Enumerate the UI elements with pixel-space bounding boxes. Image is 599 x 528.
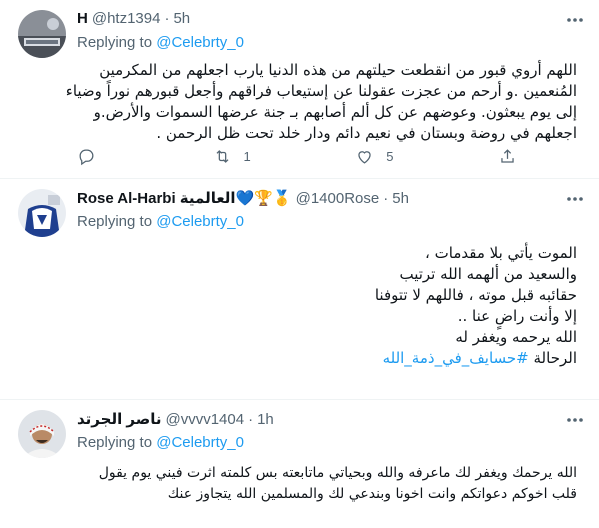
tweet[interactable]: Rose Al-Harbi العالمية💙🏆🥇 @1400Rose · 5h… — [0, 179, 599, 400]
avatar[interactable] — [18, 189, 66, 237]
display-name[interactable]: H — [77, 10, 88, 27]
timestamp[interactable]: 5h — [173, 10, 190, 27]
tweet-header: Rose Al-Harbi العالمية💙🏆🥇 @1400Rose · 5h — [77, 189, 409, 208]
tweet-text-line: والسعيد من ألهمه الله ترتيب — [399, 265, 577, 283]
replying-to: Replying to @Celebrty_0 — [77, 34, 244, 51]
tweet-text: اللهم أروي قبور من انقطعت حيلتهم من هذه … — [65, 60, 577, 144]
like-count: 5 — [386, 149, 394, 164]
separator-dot: · — [383, 189, 389, 207]
tweet-text-line: الرحالة #حسايف_في_ذمة_الله — [77, 348, 577, 369]
timestamp[interactable]: 1h — [257, 411, 274, 428]
heart-icon — [358, 151, 371, 164]
tweet-text-word: الرحالة — [533, 349, 577, 367]
tweet[interactable]: ناصر الجرتد @vvvv1404 · 1h Replying to @… — [0, 400, 599, 528]
replying-to: Replying to @Celebrty_0 — [77, 434, 244, 451]
tweet-text-line: حقائبه قبل موته ، فاللهم لا تتوفنا — [374, 286, 577, 304]
display-name[interactable]: ناصر الجرتد — [77, 410, 161, 428]
reply-button[interactable] — [77, 147, 108, 166]
tweet-text: الموت يأتي بلا مقدمات ، والسعيد من ألهمه… — [77, 243, 577, 369]
mention-link[interactable]: @Celebrty_0 — [156, 213, 244, 230]
tweet-text: الله يرحمك ويغفر لك ماعرفه والله وبحياتي… — [77, 463, 577, 505]
user-handle[interactable]: @htz1394 — [92, 10, 161, 27]
replying-to-label: Replying to — [77, 213, 153, 230]
mention-link[interactable]: @Celebrty_0 — [156, 434, 244, 451]
more-horizontal-icon[interactable] — [565, 10, 585, 35]
timestamp[interactable]: 5h — [392, 190, 409, 207]
tweet-header: ناصر الجرتد @vvvv1404 · 1h — [77, 410, 274, 429]
more-horizontal-icon[interactable] — [565, 410, 585, 435]
tweet-text-line: قلب اخوكم دعواتكم وانت اخونا وبندعي لك و… — [167, 486, 577, 502]
display-name[interactable]: Rose Al-Harbi العالمية💙🏆🥇 — [77, 189, 292, 207]
mention-link[interactable]: @Celebrty_0 — [156, 34, 244, 51]
replying-to-label: Replying to — [77, 34, 153, 51]
tweet-text-line: المُنعمين .و أرحم من عجزت عقولنا عن إستي… — [65, 82, 577, 100]
more-horizontal-icon[interactable] — [565, 189, 585, 214]
separator-dot: · — [248, 410, 254, 428]
share-button[interactable] — [498, 147, 517, 166]
avatar-image — [18, 410, 66, 458]
replying-to-label: Replying to — [77, 434, 153, 451]
tweet-text-line: إلا وأنت راضٍ عنا .. — [457, 307, 577, 325]
reply-icon — [79, 149, 94, 166]
avatar[interactable] — [18, 10, 66, 58]
tweet-actions: 1 5 — [77, 147, 517, 166]
tweet[interactable]: H @htz1394 · 5h Replying to @Celebrty_0 … — [0, 0, 599, 179]
tweet-text-line: الموت يأتي بلا مقدمات ، — [425, 244, 577, 262]
tweet-text-line: الله يرحمك ويغفر لك ماعرفه والله وبحياتي… — [98, 465, 577, 481]
tweet-text-line: الله يرحمه ويغفر له — [455, 328, 577, 346]
retweet-button[interactable]: 1 — [213, 147, 251, 166]
tweet-text-line: اجعلهم في روضة وبستان في نعيم دائم ودار … — [156, 124, 577, 142]
avatar-image — [18, 10, 66, 58]
retweet-icon — [216, 150, 228, 163]
hashtag-link[interactable]: #حسايف_في_ذمة_الله — [383, 349, 529, 367]
replying-to: Replying to @Celebrty_0 — [77, 213, 244, 230]
tweet-header: H @htz1394 · 5h — [77, 10, 190, 27]
like-button[interactable]: 5 — [355, 147, 393, 166]
tweet-text-line: اللهم أروي قبور من انقطعت حيلتهم من هذه … — [99, 61, 577, 79]
user-handle[interactable]: @1400Rose — [296, 190, 380, 207]
tweet-text-line: إلى يوم يبعثون. وعوضهم عن كل ألم أصابهم … — [93, 103, 577, 121]
share-icon — [501, 149, 514, 163]
avatar[interactable] — [18, 410, 66, 458]
avatar-image — [18, 189, 66, 237]
retweet-count: 1 — [243, 149, 251, 164]
user-handle[interactable]: @vvvv1404 — [165, 411, 244, 428]
separator-dot: · — [164, 10, 170, 27]
